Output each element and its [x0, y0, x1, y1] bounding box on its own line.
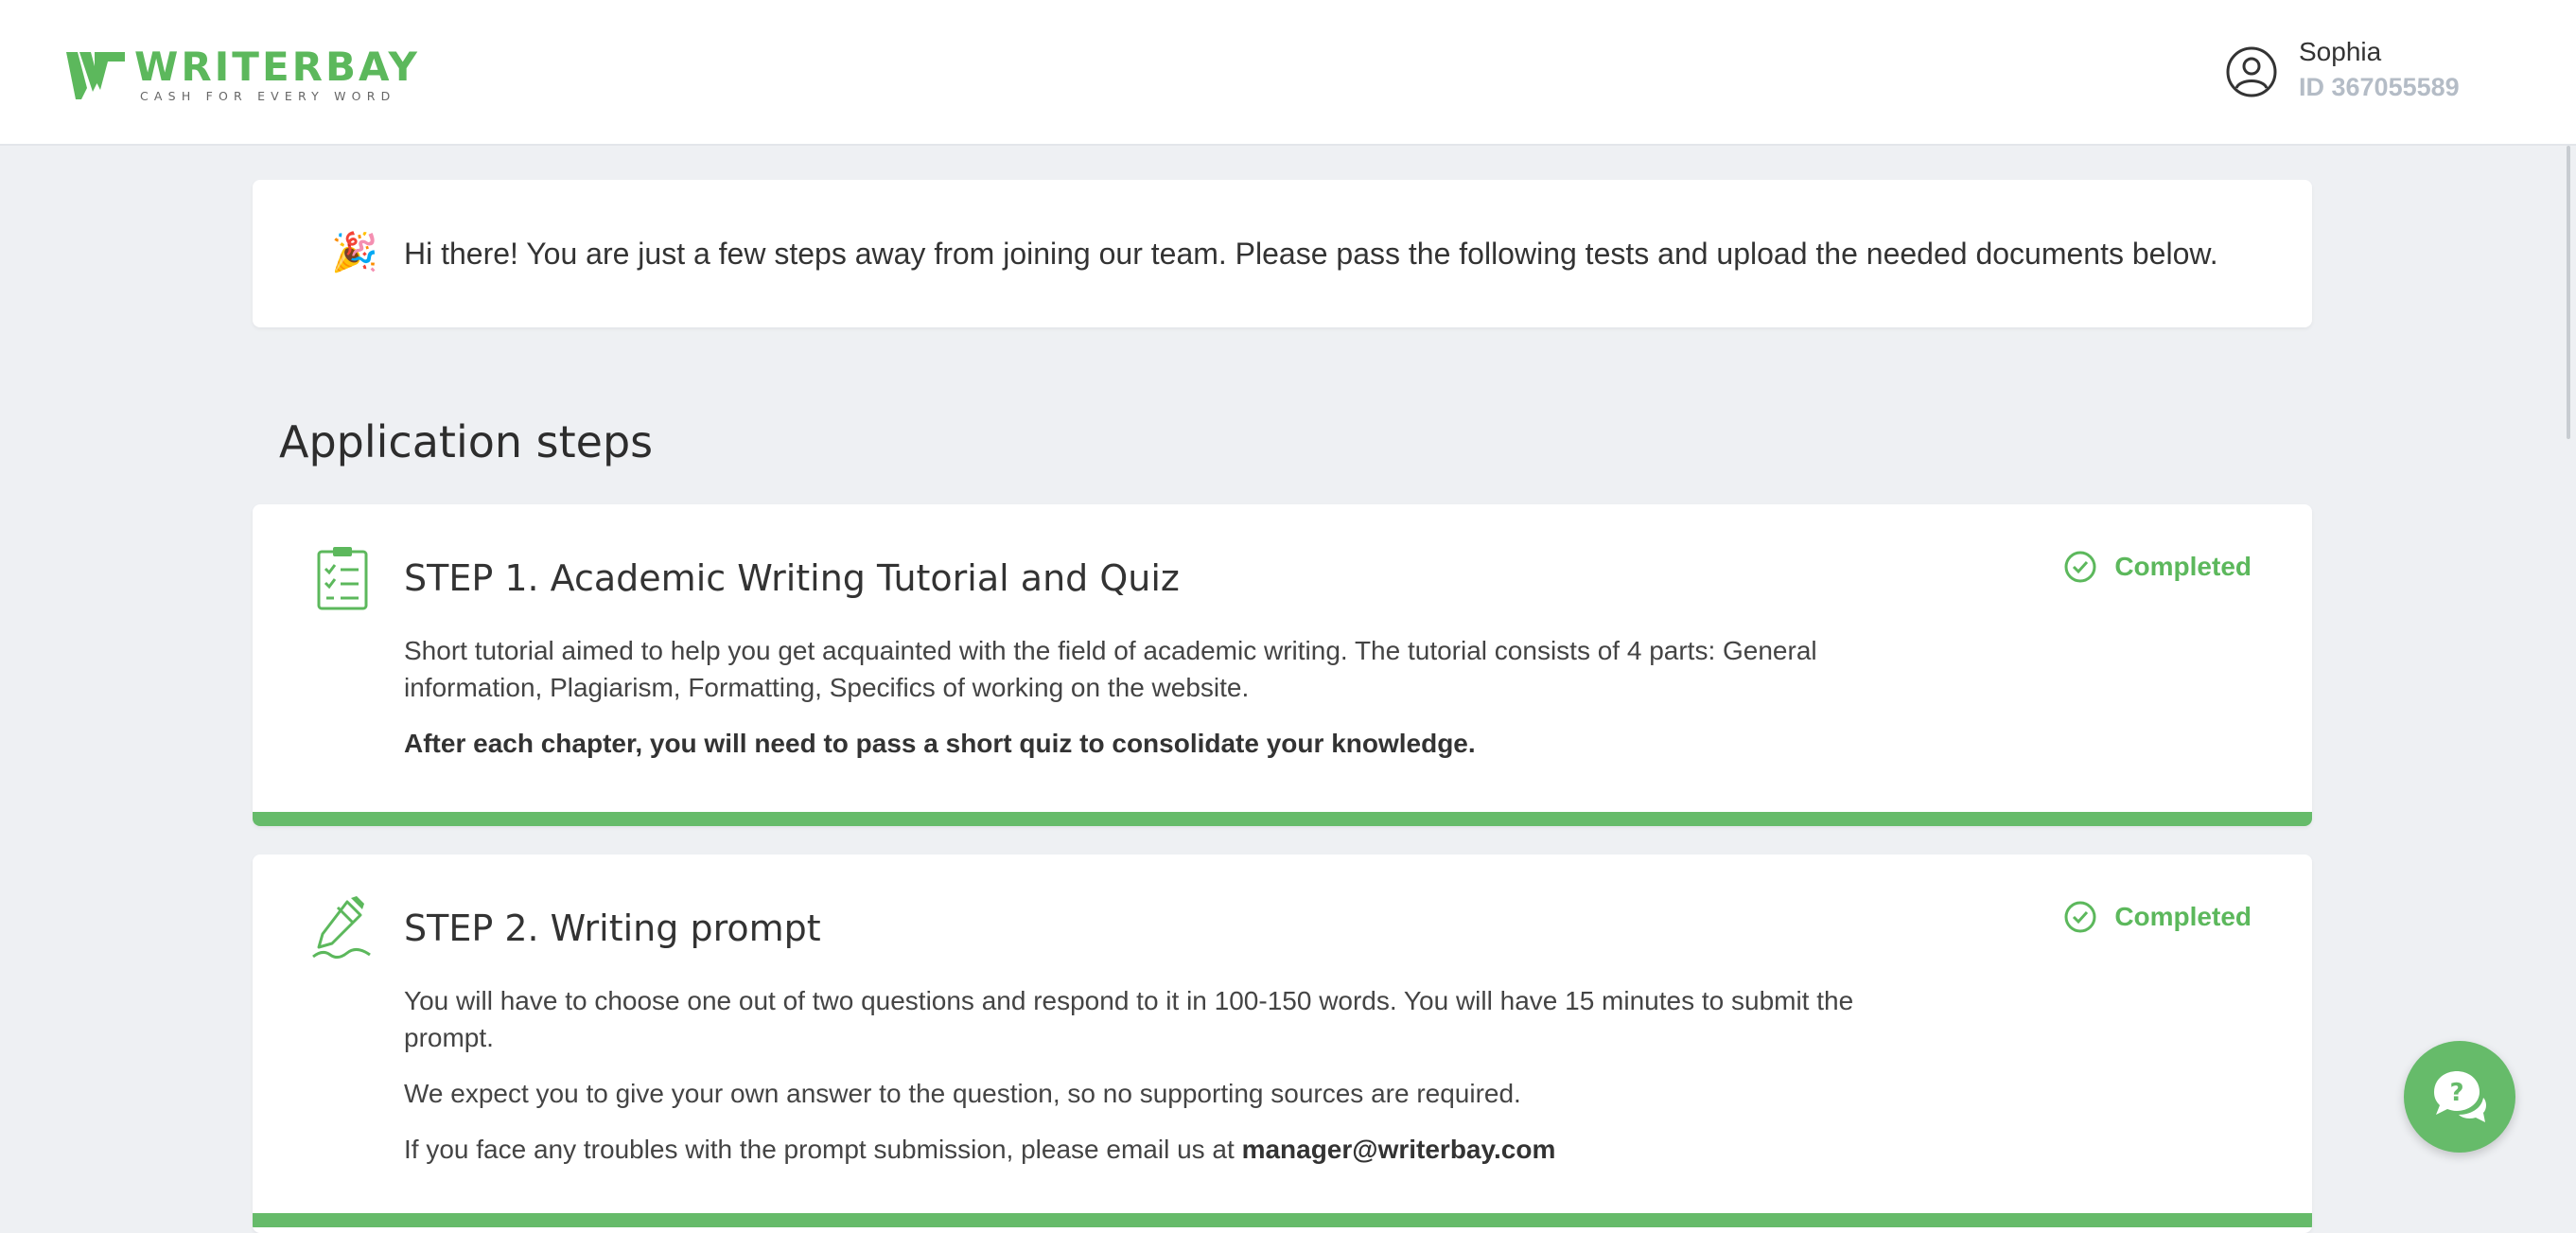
- user-circle-icon: [2226, 46, 2277, 97]
- step-status: Completed: [2063, 550, 2252, 584]
- user-id: ID 367055589: [2299, 73, 2460, 101]
- step-progress-bar: [253, 812, 2312, 826]
- user-name: Sophia: [2299, 37, 2382, 66]
- step-contact: If you face any troubles with the prompt…: [404, 1131, 1861, 1168]
- check-circle-icon: [2064, 901, 2096, 933]
- status-label: Completed: [2114, 902, 2252, 931]
- step-paragraph: We expect you to give your own answer to…: [404, 1079, 1521, 1108]
- welcome-banner: 🎉 Hi there! You are just a few steps awa…: [253, 180, 2312, 327]
- pen-icon: [312, 896, 371, 960]
- help-chat-button[interactable]: ?: [2404, 1041, 2515, 1153]
- step-title: STEP 2. Writing prompt: [404, 907, 821, 949]
- top-header: WRITERBAY CASH FOR EVERY WORD Sophia ID …: [0, 0, 2576, 146]
- check-circle-icon: [2064, 551, 2096, 583]
- step-note: After each chapter, you will need to pas…: [404, 729, 1476, 758]
- manager-email-link[interactable]: manager@writerbay.com: [1242, 1135, 1556, 1164]
- svg-text:?: ?: [2449, 1079, 2463, 1107]
- step-paragraph: You will have to choose one out of two q…: [404, 986, 1854, 1052]
- brand-name: WRITERBAY: [134, 44, 420, 90]
- step-description: You will have to choose one out of two q…: [404, 982, 1861, 1187]
- step-card-1[interactable]: STEP 1. Academic Writing Tutorial and Qu…: [253, 504, 2312, 826]
- brand-tagline: CASH FOR EVERY WORD: [140, 89, 396, 103]
- writerbay-logo[interactable]: WRITERBAY CASH FOR EVERY WORD: [66, 47, 420, 103]
- step-card-2[interactable]: STEP 2. Writing prompt Completed You wil…: [253, 854, 2312, 1233]
- step-status: Completed: [2063, 900, 2252, 934]
- page-scrollbar[interactable]: [2567, 146, 2570, 439]
- step-description: Short tutorial aimed to help you get acq…: [404, 632, 1861, 781]
- status-label: Completed: [2114, 552, 2252, 581]
- section-title: Application steps: [279, 416, 654, 467]
- party-popper-icon: 🎉: [331, 232, 378, 273]
- checklist-icon: [317, 547, 368, 610]
- writerbay-logo-icon: [66, 51, 125, 99]
- help-chat-icon: ?: [2434, 1071, 2486, 1122]
- step-paragraph: Short tutorial aimed to help you get acq…: [404, 636, 1817, 702]
- user-profile[interactable]: Sophia ID 367055589: [2225, 36, 2460, 106]
- contact-text: If you face any troubles with the prompt…: [404, 1135, 1235, 1164]
- welcome-message: Hi there! You are just a few steps away …: [404, 237, 2218, 271]
- step-title: STEP 1. Academic Writing Tutorial and Qu…: [404, 557, 1180, 599]
- step-progress-bar: [253, 1213, 2312, 1227]
